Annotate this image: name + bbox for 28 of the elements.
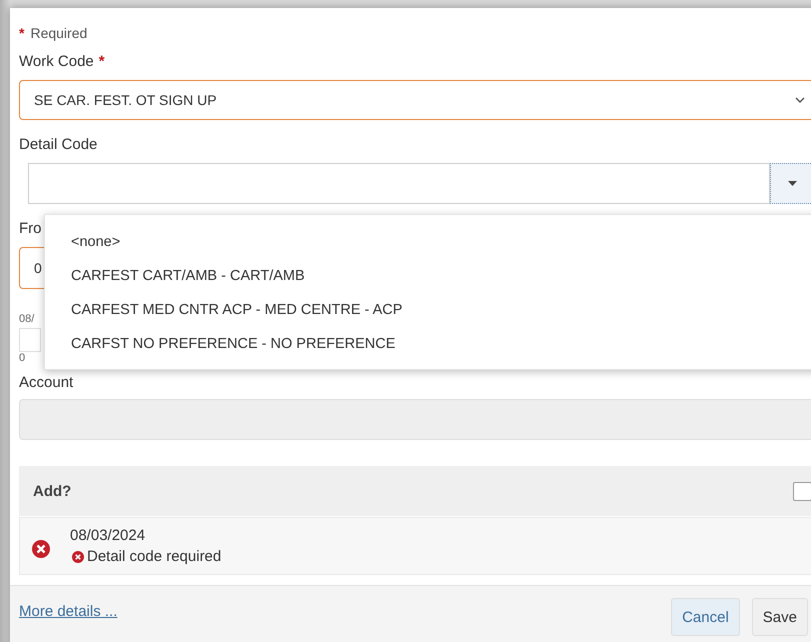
required-note: Required <box>30 25 88 41</box>
more-details-link[interactable]: More details ... <box>19 603 118 620</box>
caret-icon <box>788 181 797 186</box>
cancel-button[interactable]: Cancel <box>671 598 740 636</box>
required-marker: * <box>19 25 24 41</box>
error-icon <box>32 540 50 558</box>
work-code-select[interactable]: SE CAR. FEST. OT SIGN UP <box>19 80 811 120</box>
dropdown-option[interactable]: CARFEST MED CNTR ACP - MED CENTRE - ACP <box>45 293 811 327</box>
checkbox[interactable] <box>793 482 811 500</box>
error-message: Detail code required <box>87 548 222 565</box>
dropdown-button[interactable] <box>770 163 811 204</box>
chevron-icon <box>795 97 805 103</box>
dropdown-option[interactable]: CARFEST CART/AMB - CART/AMB <box>45 259 811 293</box>
field-label: Account <box>19 374 74 391</box>
field-label: Work Code <box>19 53 94 70</box>
error-icon <box>72 550 84 562</box>
save-button[interactable]: Save <box>752 598 808 636</box>
add-label: Add? <box>33 482 72 500</box>
field-label: Fro <box>19 220 42 237</box>
dropdown-option[interactable]: <none> <box>45 225 811 259</box>
field-label: Detail Code <box>19 136 98 153</box>
count-text: 0 <box>19 352 26 364</box>
detail-code-field[interactable] <box>28 163 770 204</box>
required-marker: * <box>98 53 105 70</box>
dropdown-option[interactable]: CARFST NO PREFERENCE - NO PREFERENCE <box>45 327 811 361</box>
date-text: 08/03/2024 <box>70 527 146 544</box>
date-text: 08/ <box>19 313 36 325</box>
input-field[interactable] <box>19 328 41 352</box>
